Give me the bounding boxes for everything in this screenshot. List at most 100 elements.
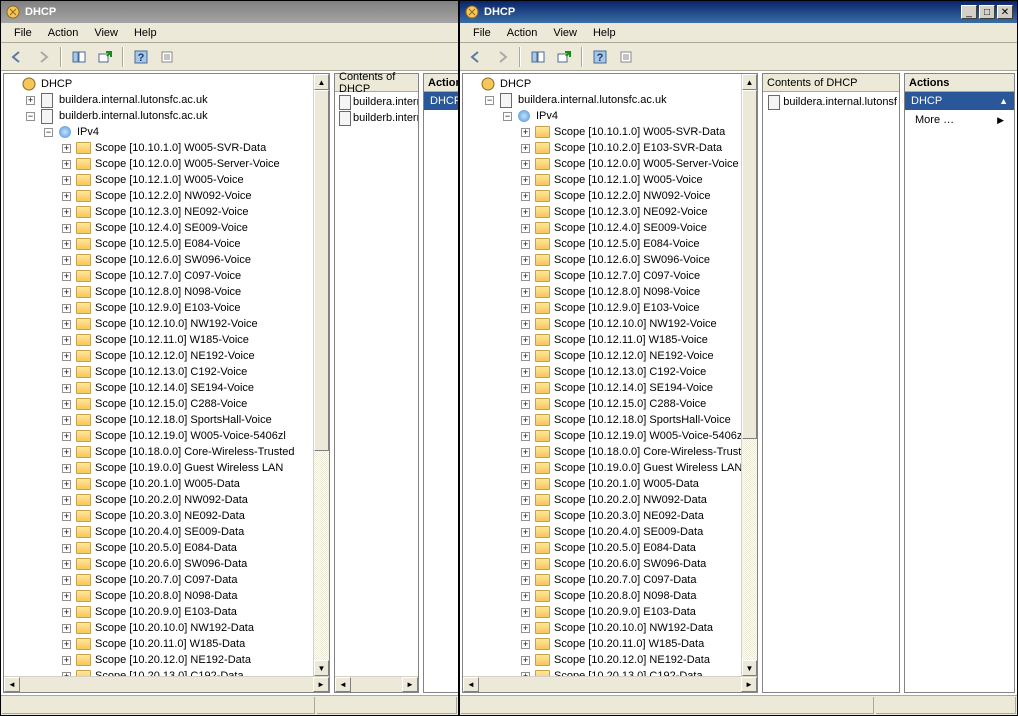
expander-icon[interactable]: + [521, 656, 530, 665]
tree-scope[interactable]: + Scope [10.20.11.0] W185-Data [4, 636, 329, 652]
menu-action[interactable]: Action [41, 25, 86, 41]
expander-icon[interactable]: + [62, 512, 71, 521]
tree-scope[interactable]: + Scope [10.19.0.0] Guest Wireless LAN [463, 460, 757, 476]
actions-header[interactable]: Actions [905, 74, 1014, 92]
forward-button[interactable] [490, 46, 514, 68]
menu-file[interactable]: File [7, 25, 39, 41]
tree-scope[interactable]: + Scope [10.20.3.0] NE092-Data [4, 508, 329, 524]
expander-icon[interactable]: + [521, 576, 530, 585]
expander-icon[interactable]: + [62, 240, 71, 249]
maximize-button[interactable]: □ [979, 5, 995, 19]
expander-icon[interactable]: + [62, 480, 71, 489]
scroll-track[interactable] [742, 439, 757, 660]
tree-scope[interactable]: + Scope [10.12.13.0] C192-Voice [463, 364, 757, 380]
list-header[interactable]: Contents of DHCP [763, 74, 899, 92]
tree-ipv4[interactable]: − IPv4 [463, 108, 757, 124]
expander-icon[interactable]: + [521, 464, 530, 473]
scroll-up-icon[interactable]: ▲ [742, 74, 757, 90]
menu-help[interactable]: Help [586, 25, 623, 41]
scroll-track[interactable] [314, 451, 329, 660]
list-header[interactable]: Contents of DHCP [335, 74, 418, 92]
expander-icon[interactable]: + [62, 592, 71, 601]
expander-icon[interactable]: + [62, 432, 71, 441]
tree-scope[interactable]: + Scope [10.12.3.0] NE092-Voice [463, 204, 757, 220]
expander-icon[interactable]: + [62, 144, 71, 153]
expander-icon[interactable]: + [62, 160, 71, 169]
expander-icon[interactable]: + [521, 256, 530, 265]
tree-scope[interactable]: + Scope [10.20.4.0] SE009-Data [463, 524, 757, 540]
tree-root[interactable]: DHCP [463, 76, 757, 92]
tree-scope[interactable]: + Scope [10.20.11.0] W185-Data [463, 636, 757, 652]
expander-icon[interactable]: + [521, 640, 530, 649]
expander-icon[interactable]: + [62, 352, 71, 361]
expander-icon[interactable]: + [62, 288, 71, 297]
expander-icon[interactable]: + [62, 304, 71, 313]
tree-scope[interactable]: + Scope [10.18.0.0] Core-Wireless-Truste… [4, 444, 329, 460]
expander-icon[interactable]: + [62, 208, 71, 217]
back-button[interactable] [5, 46, 29, 68]
expander-icon[interactable]: + [521, 336, 530, 345]
tree-scope[interactable]: + Scope [10.10.1.0] W005-SVR-Data [4, 140, 329, 156]
expander-icon[interactable]: + [62, 464, 71, 473]
tree-scope[interactable]: + Scope [10.10.1.0] W005-SVR-Data [463, 124, 757, 140]
tree-server[interactable]: + buildera.internal.lutonsfc.ac.uk [4, 92, 329, 108]
list-item[interactable]: buildera.internal.lutonsf [765, 94, 897, 110]
expander-icon[interactable]: + [521, 224, 530, 233]
tree-scope[interactable]: + Scope [10.12.3.0] NE092-Voice [4, 204, 329, 220]
expander-icon[interactable]: + [26, 96, 35, 105]
tree-scope[interactable]: + Scope [10.12.13.0] C192-Voice [4, 364, 329, 380]
expander-icon[interactable]: + [521, 592, 530, 601]
tree-scope[interactable]: + Scope [10.12.9.0] E103-Voice [4, 300, 329, 316]
expander-icon[interactable]: + [62, 560, 71, 569]
expander-icon[interactable]: + [521, 416, 530, 425]
horizontal-scrollbar[interactable]: ◄ ► [463, 676, 757, 692]
tree-scope[interactable]: + Scope [10.12.5.0] E084-Voice [4, 236, 329, 252]
list-item[interactable]: buildera.interna [337, 94, 416, 110]
tree-scope[interactable]: + Scope [10.12.8.0] N098-Voice [463, 284, 757, 300]
tree-scope[interactable]: + Scope [10.20.10.0] NW192-Data [4, 620, 329, 636]
expander-icon[interactable]: + [521, 368, 530, 377]
expander-icon[interactable]: + [62, 656, 71, 665]
expander-icon[interactable]: + [62, 192, 71, 201]
expander-icon[interactable]: + [521, 608, 530, 617]
horizontal-scrollbar[interactable]: ◄ ► [335, 676, 418, 692]
tree-scope[interactable]: + Scope [10.20.7.0] C097-Data [4, 572, 329, 588]
vertical-scrollbar[interactable]: ▲ ▼ [313, 74, 329, 676]
expander-icon[interactable]: + [62, 384, 71, 393]
tree-scope[interactable]: + Scope [10.12.14.0] SE194-Voice [4, 380, 329, 396]
help-button[interactable]: ? [588, 46, 612, 68]
tree-scope[interactable]: + Scope [10.12.19.0] W005-Voice-5406zl [463, 428, 757, 444]
tree-scope[interactable]: + Scope [10.20.1.0] W005-Data [4, 476, 329, 492]
scroll-down-icon[interactable]: ▼ [314, 660, 329, 676]
tree-scope[interactable]: + Scope [10.12.6.0] SW096-Voice [4, 252, 329, 268]
menu-view[interactable]: View [546, 25, 584, 41]
scroll-left-icon[interactable]: ◄ [463, 677, 479, 692]
tree-scope[interactable]: + Scope [10.12.11.0] W185-Voice [4, 332, 329, 348]
tree-scope[interactable]: + Scope [10.12.4.0] SE009-Voice [463, 220, 757, 236]
expander-icon[interactable]: + [521, 192, 530, 201]
properties-button[interactable] [155, 46, 179, 68]
tree-scope[interactable]: + Scope [10.20.4.0] SE009-Data [4, 524, 329, 540]
list-item[interactable]: builderb.interna [337, 110, 416, 126]
tree-scope[interactable]: + Scope [10.20.5.0] E084-Data [4, 540, 329, 556]
expander-icon[interactable]: + [521, 128, 530, 137]
tree-scope[interactable]: + Scope [10.12.8.0] N098-Voice [4, 284, 329, 300]
expander-icon[interactable]: + [521, 320, 530, 329]
expander-icon[interactable]: + [521, 432, 530, 441]
expander-icon[interactable]: − [44, 128, 53, 137]
tree-scope[interactable]: + Scope [10.12.14.0] SE194-Voice [463, 380, 757, 396]
forward-button[interactable] [31, 46, 55, 68]
tree-scope[interactable]: + Scope [10.12.18.0] SportsHall-Voice [463, 412, 757, 428]
tree-scope[interactable]: + Scope [10.12.18.0] SportsHall-Voice [4, 412, 329, 428]
expander-icon[interactable]: + [62, 272, 71, 281]
tree-scope[interactable]: + Scope [10.12.1.0] W005-Voice [463, 172, 757, 188]
show-hide-tree-button[interactable] [67, 46, 91, 68]
expander-icon[interactable]: + [521, 144, 530, 153]
expander-icon[interactable]: + [521, 176, 530, 185]
vertical-scrollbar[interactable]: ▲ ▼ [741, 74, 757, 676]
tree-scope[interactable]: + Scope [10.20.12.0] NE192-Data [4, 652, 329, 668]
expander-icon[interactable]: + [62, 608, 71, 617]
tree-scope[interactable]: + Scope [10.12.2.0] NW092-Voice [463, 188, 757, 204]
tree-scope[interactable]: + Scope [10.10.2.0] E103-SVR-Data [463, 140, 757, 156]
export-list-button[interactable] [93, 46, 117, 68]
